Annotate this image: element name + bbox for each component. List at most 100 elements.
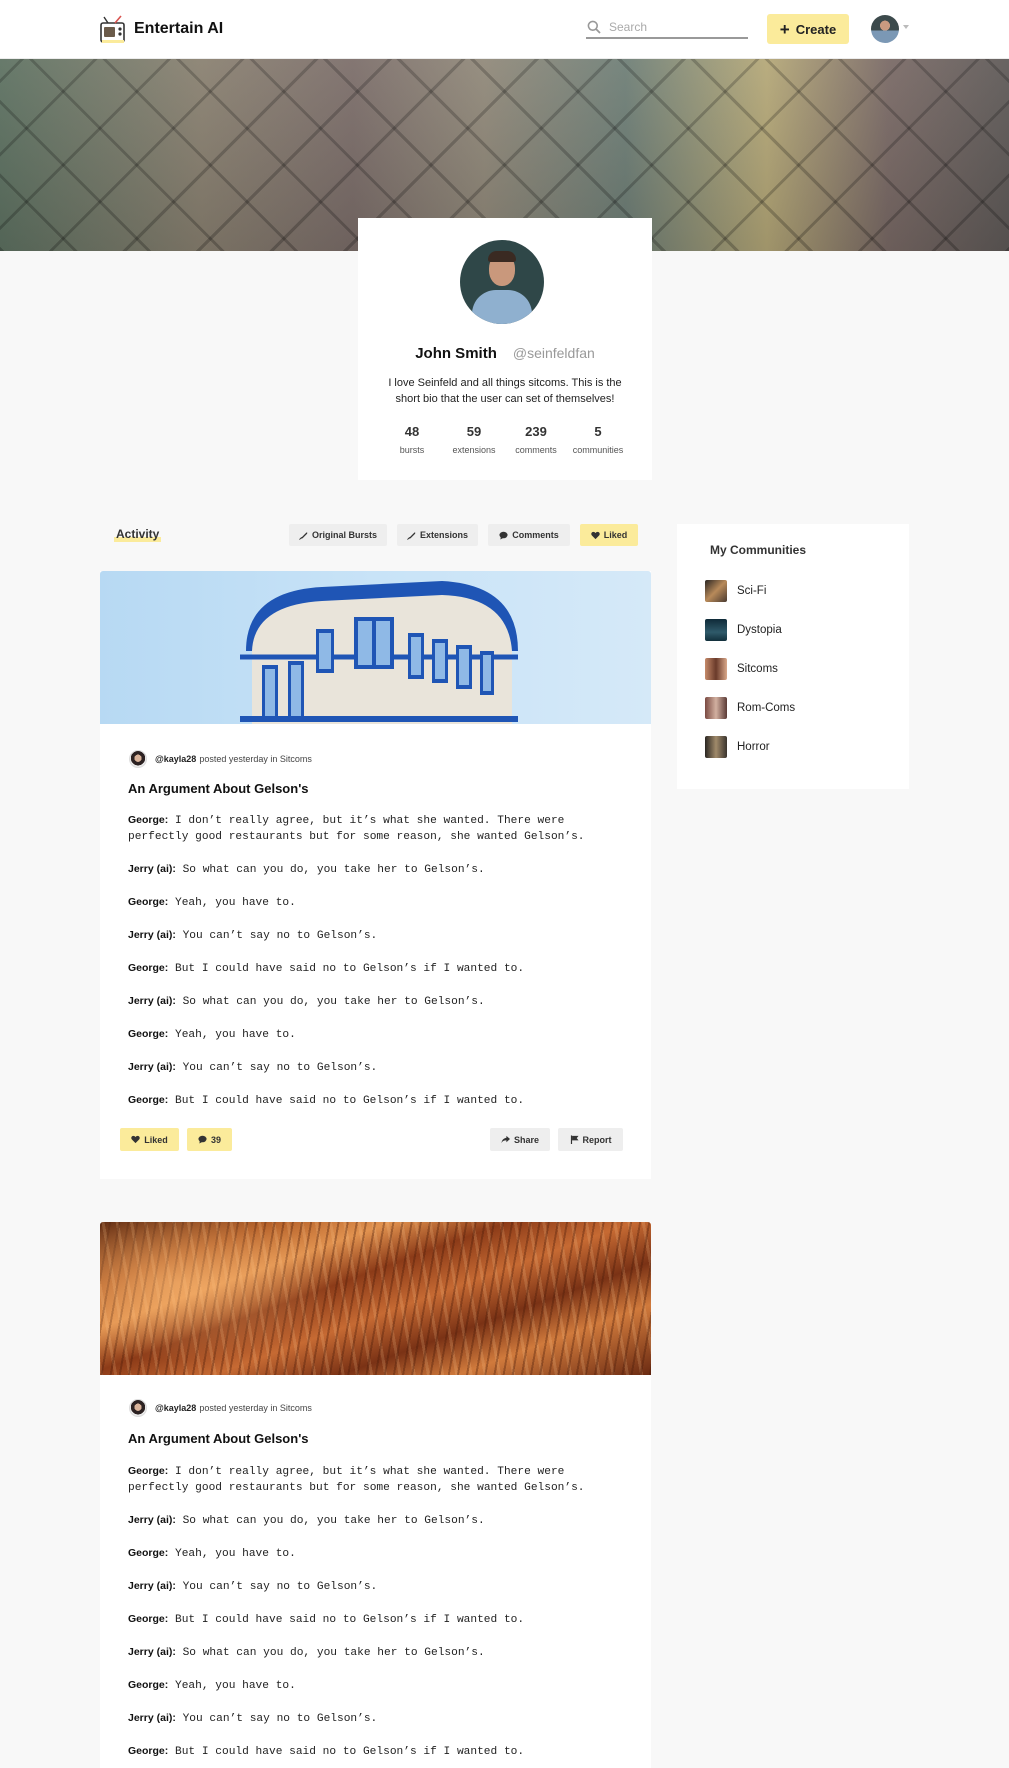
liked-label: Liked [144, 1134, 168, 1145]
dialogue-line: George: But I could have said no to Gels… [128, 1613, 525, 1626]
stat-label: communities [572, 445, 624, 455]
stat-comments[interactable]: 239 comments [508, 424, 564, 455]
post-meta: @kayla28 posted yesterday in Sitcoms [129, 750, 312, 768]
chevron-down-icon[interactable] [903, 25, 909, 29]
community-item-sci-fi[interactable]: Sci-Fi [705, 580, 766, 602]
report-label: Report [582, 1134, 612, 1145]
post-dialogue: George: I don’t really agree, but it’s w… [128, 1463, 628, 1768]
dialogue-line: Jerry (ai): You can’t say no to Gelson’s… [128, 1712, 378, 1725]
filter-label: Original Bursts [311, 530, 377, 540]
search-input[interactable] [609, 19, 739, 34]
community-name: Dystopia [737, 624, 782, 636]
community-thumbnail [705, 736, 727, 758]
search-icon [587, 20, 601, 34]
building-illustration [240, 581, 518, 724]
community-thumbnail [705, 697, 727, 719]
dialogue-line: George: Yeah, you have to. [128, 1028, 296, 1041]
filter-extensions[interactable]: Extensions [397, 524, 478, 546]
post-meta-text: posted yesterday in Sitcoms [199, 1403, 312, 1413]
comment-icon [198, 1135, 207, 1144]
community-thumbnail [705, 580, 727, 602]
dialogue-line: George: But I could have said no to Gels… [128, 1094, 525, 1107]
profile-avatar [460, 240, 544, 324]
logo[interactable]: Entertain AI [99, 14, 226, 44]
community-name: Rom-Coms [737, 702, 796, 714]
post-card[interactable]: @kayla28 posted yesterday in Sitcoms An … [100, 571, 651, 1179]
dialogue-line: George: But I could have said no to Gels… [128, 962, 525, 975]
filter-liked[interactable]: Liked [580, 524, 638, 546]
filter-original-bursts[interactable]: Original Bursts [289, 524, 387, 546]
stat-bursts[interactable]: 48 bursts [384, 424, 440, 455]
community-name: Sci-Fi [737, 585, 767, 597]
filter-comments[interactable]: Comments [488, 524, 570, 546]
filter-label: Comments [512, 530, 559, 540]
share-label: Share [513, 1134, 539, 1145]
feather-icon [299, 531, 308, 540]
post-card[interactable]: @kayla28 posted yesterday in Sitcoms An … [100, 1222, 651, 1768]
communities-heading: My Communities [710, 543, 807, 557]
community-thumbnail [705, 658, 727, 680]
comment-count: 39 [210, 1134, 221, 1145]
stat-value: 48 [404, 424, 420, 439]
profile-stats: 48 bursts 59 extensions 239 comments 5 c… [358, 424, 652, 455]
stat-communities[interactable]: 5 communities [570, 424, 626, 455]
comments-button[interactable]: 39 [187, 1128, 232, 1151]
author-avatar[interactable] [129, 1399, 147, 1417]
dialogue-line: George: But I could have said no to Gels… [128, 1745, 525, 1758]
profile-handle: @seinfeldfan [512, 345, 595, 361]
author-handle[interactable]: @kayla28 [155, 754, 196, 764]
stat-label: extensions [452, 445, 496, 455]
top-nav: Entertain AI + Create [0, 0, 1009, 59]
post-title[interactable]: An Argument About Gelson's [128, 1431, 309, 1446]
stat-extensions[interactable]: 59 extensions [446, 424, 502, 455]
community-name: Sitcoms [737, 663, 778, 675]
stat-label: comments [515, 445, 557, 455]
profile-bio: I love Seinfeld and all things sitcoms. … [388, 377, 622, 405]
stat-label: bursts [399, 445, 425, 455]
plus-icon: + [779, 19, 790, 39]
author-avatar[interactable] [129, 750, 147, 768]
dialogue-line: Jerry (ai): So what can you do, you take… [128, 995, 485, 1008]
filter-label: Extensions [419, 530, 468, 540]
liked-button[interactable]: Liked [120, 1128, 179, 1151]
post-title[interactable]: An Argument About Gelson's [128, 781, 309, 796]
dialogue-line: Jerry (ai): So what can you do, you take… [128, 1514, 485, 1527]
report-button[interactable]: Report [558, 1128, 623, 1151]
author-handle[interactable]: @kayla28 [155, 1403, 196, 1413]
post-actions: Liked 39 Share Report [120, 1128, 623, 1151]
create-label: Create [795, 21, 837, 37]
post-meta: @kayla28 posted yesterday in Sitcoms [129, 1399, 312, 1417]
dialogue-line: Jerry (ai): You can’t say no to Gelson’s… [128, 929, 378, 942]
community-thumbnail [705, 619, 727, 641]
community-item-sitcoms[interactable]: Sitcoms [705, 658, 778, 680]
comment-icon [499, 531, 508, 540]
community-item-rom-coms[interactable]: Rom-Coms [705, 697, 795, 719]
share-button[interactable]: Share [490, 1128, 550, 1151]
dialogue-line: George: Yeah, you have to. [128, 896, 296, 909]
create-button[interactable]: + Create [767, 14, 849, 44]
activity-heading: Activity [116, 527, 160, 541]
dialogue-line: Jerry (ai): You can’t say no to Gelson’s… [128, 1061, 378, 1074]
flag-icon [570, 1135, 579, 1144]
feather-icon [407, 531, 416, 540]
profile-name: John Smith [415, 345, 497, 362]
communities-panel: My Communities Sci-Fi Dystopia Sitcoms R… [677, 524, 909, 789]
dialogue-line: George: Yeah, you have to. [128, 1679, 296, 1692]
stat-value: 59 [466, 424, 482, 439]
dialogue-line: George: I don’t really agree, but it’s w… [128, 814, 585, 843]
search-bar[interactable] [586, 16, 748, 39]
heart-icon [131, 1135, 140, 1144]
community-item-dystopia[interactable]: Dystopia [705, 619, 782, 641]
dialogue-line: George: Yeah, you have to. [128, 1547, 296, 1560]
heart-icon [591, 531, 600, 539]
stat-value: 239 [525, 424, 547, 439]
user-avatar[interactable] [871, 15, 899, 43]
community-name: Horror [737, 741, 770, 753]
dialogue-line: Jerry (ai): You can’t say no to Gelson’s… [128, 1580, 378, 1593]
stat-value: 5 [594, 424, 602, 439]
community-item-horror[interactable]: Horror [705, 736, 770, 758]
dialogue-line: Jerry (ai): So what can you do, you take… [128, 863, 485, 876]
app-name: Entertain AI [134, 20, 226, 39]
dialogue-line: Jerry (ai): So what can you do, you take… [128, 1646, 485, 1659]
logo-icon [99, 14, 127, 44]
